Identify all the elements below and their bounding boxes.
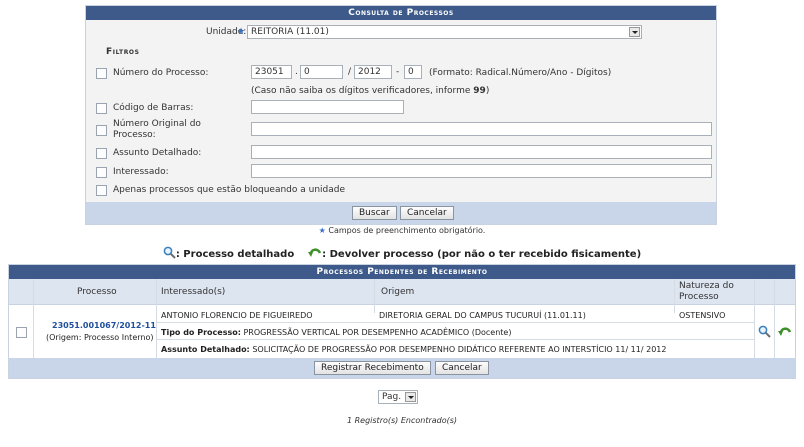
radical-input[interactable]: 23051 [251, 65, 292, 79]
assunto-label: Assunto Detalhado: [113, 148, 202, 158]
chevron-down-icon[interactable] [629, 27, 640, 37]
numero-processo-label: Número do Processo: [113, 68, 209, 78]
tipo-processo: Tipo do Processo: PROGRESSÃO VERTICAL PO… [161, 328, 512, 337]
bloqueando-checkbox[interactable] [96, 185, 107, 196]
form-title: Consulta de Processos [86, 6, 716, 20]
required-star-icon: ★ [318, 226, 326, 235]
codigo-barras-label: Código de Barras: [113, 103, 194, 113]
codigo-barras-input[interactable] [251, 100, 404, 114]
numero-original-input[interactable] [251, 122, 712, 136]
col-header-processo: Processo [77, 287, 117, 297]
assunto-checkbox[interactable] [96, 148, 107, 159]
return-arrow-icon [308, 246, 322, 262]
col-header-natureza-line2: Processo [679, 292, 719, 302]
col-header-origem: Origem [381, 287, 415, 297]
bloqueando-label: Apenas processos que estão bloqueando a … [113, 185, 346, 195]
records-found: 1 Registro(s) Encontrado(s) [346, 416, 458, 425]
results-title: Processos Pendentes de Recebimento [9, 265, 795, 279]
numero-digits-hint: (Caso não saiba os dígitos verificadores… [251, 86, 490, 96]
interessado-checkbox[interactable] [96, 167, 107, 178]
return-arrow-icon[interactable] [778, 325, 792, 341]
numero-separator-dot: . [295, 67, 298, 77]
ano-input[interactable]: 2012 [354, 65, 392, 79]
cancelar-button[interactable]: Cancelar [400, 206, 454, 220]
legend-devolver-label: : Devolver processo (por não o ter receb… [322, 249, 642, 260]
table-header-row: Processo Interessado(s) Origem Natureza … [9, 279, 795, 305]
page-select[interactable]: Pag. 1 [378, 390, 418, 404]
interessado-value: ANTONIO FLORENCIO DE FIGUEIREDO [161, 311, 313, 320]
col-header-interessados: Interessado(s) [161, 287, 226, 297]
numero-separator-slash: / [348, 67, 352, 77]
form-button-bar: Buscar Cancelar [86, 202, 716, 224]
col-header-natureza-line1: Natureza do [679, 281, 734, 291]
unidade-select-value: REITORIA (11.01) [251, 27, 329, 37]
buscar-button[interactable]: Buscar [352, 206, 397, 220]
numero-processo-checkbox[interactable] [96, 68, 107, 79]
row-select-checkbox[interactable] [16, 327, 27, 338]
consulta-form: Consulta de Processos Unidade: ★ REITORI… [85, 5, 717, 225]
origem-value: DIRETORIA GERAL DO CAMPUS TUCURUÍ (11.01… [379, 311, 586, 320]
results-button-bar: Registrar Recebimento Cancelar [9, 358, 795, 378]
interessado-input[interactable] [251, 164, 712, 178]
required-note: ★ Campos de preenchimento obrigatório. [318, 226, 486, 235]
legend-detalhado-label: : Processo detalhado [175, 249, 295, 260]
processo-origem: (Origem: Processo Interno) [46, 333, 154, 342]
filters-heading: Filtros [106, 47, 140, 57]
chevron-down-icon[interactable] [405, 392, 416, 402]
codigo-barras-checkbox[interactable] [96, 103, 107, 114]
numero-original-checkbox[interactable] [96, 125, 107, 136]
results-table: Processos Pendentes de Recebimento Proce… [8, 264, 796, 379]
table-row: 23051.001067/2012-11 (Origem: Processo I… [9, 305, 795, 358]
assunto-detalhado: Assunto Detalhado: SOLICITAÇÃO DE PROGRE… [161, 345, 667, 354]
processo-number-link[interactable]: 23051.001067/2012-11 [52, 321, 156, 330]
icon-legend: : Processo detalhado : Devolver processo… [0, 246, 804, 262]
digitos-input[interactable]: 0 [404, 65, 422, 79]
interessado-label: Interessado: [113, 167, 169, 177]
numero-original-label-line1: Número Original do [113, 119, 201, 129]
numero-format-hint: (Formato: Radical.Número/Ano - Dígitos) [429, 68, 612, 78]
numero-separator-dash: - [396, 67, 400, 77]
magnifier-icon[interactable] [758, 325, 771, 341]
numero-original-label-line2: Processo: [113, 130, 156, 140]
assunto-input[interactable] [251, 145, 712, 159]
required-star: ★ [237, 27, 246, 37]
unidade-select[interactable]: REITORIA (11.01) [247, 25, 642, 39]
magnifier-icon [163, 246, 176, 262]
numero-input[interactable]: 0 [300, 65, 343, 79]
natureza-value: OSTENSIVO [679, 311, 726, 320]
registrar-recebimento-button[interactable]: Registrar Recebimento [314, 361, 431, 375]
results-cancelar-button[interactable]: Cancelar [435, 361, 489, 375]
